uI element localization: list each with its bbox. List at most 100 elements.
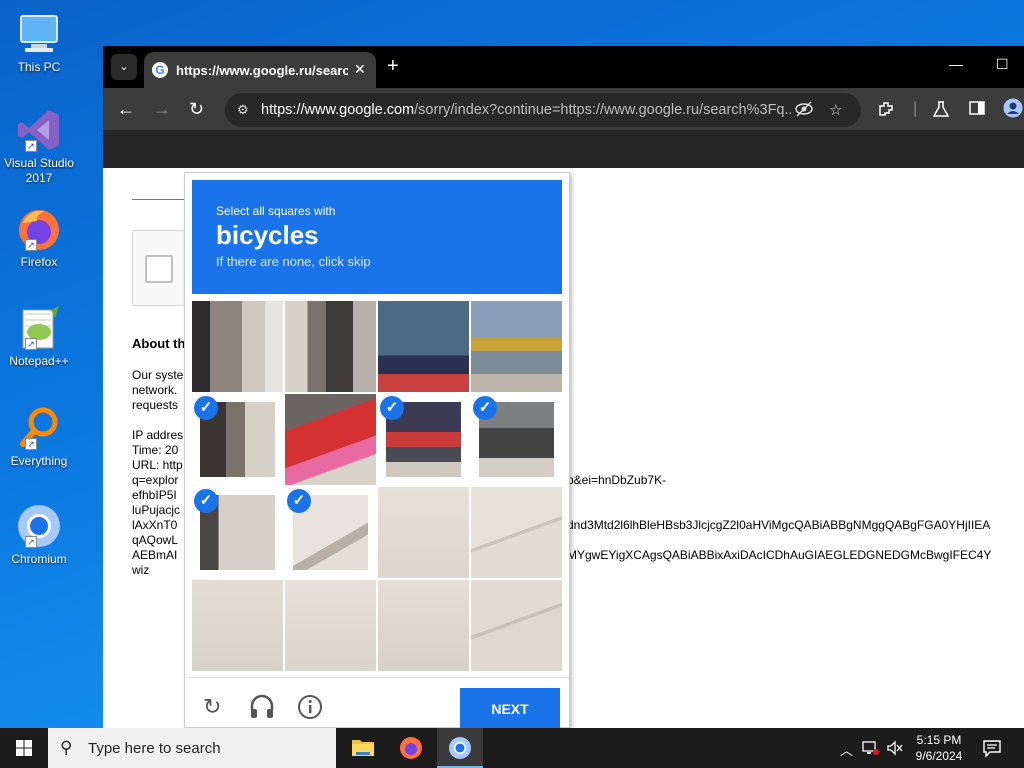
volume-muted-icon[interactable] [886,740,904,759]
google-favicon-icon: G [152,62,168,78]
challenge-tile[interactable]: ✓ [378,394,469,485]
challenge-tile[interactable]: ✓ [471,394,562,485]
toolbar-divider: | [913,100,918,117]
profile-avatar-icon[interactable] [1003,98,1023,123]
taskbar-chromium[interactable] [437,728,483,768]
address-bar-url[interactable]: https://www.google.com/sorry/index?conti… [261,102,791,118]
desktop-icon-label: Firefox [20,255,58,269]
shortcut-arrow-icon: ↗ [25,536,37,548]
audio-challenge-icon[interactable] [249,694,275,724]
ip-address-label: IP addres [132,428,184,442]
shortcut-arrow-icon: ↗ [25,239,37,251]
new-tab-button[interactable]: + [387,55,399,77]
labs-flask-icon[interactable] [932,100,950,123]
monitor-icon [15,10,63,58]
challenge-tile[interactable] [378,301,469,392]
site-info-icon[interactable]: ⚙ [237,102,249,118]
challenge-tile[interactable]: ✓ [285,487,376,578]
notepad-plus-plus-icon: ↗ [15,304,63,352]
extensions-icon[interactable] [877,100,895,123]
url-label: URL: http [132,458,183,472]
tile-image [285,394,376,485]
challenge-grid: ✓ ✓ ✓ ✓ ✓ [192,301,562,671]
desktop-icon-everything[interactable]: ↗ Everything [4,404,74,469]
reload-icon[interactable]: ↻ [189,100,204,118]
tile-image [285,301,376,392]
tile-image [471,487,562,578]
tile-image [285,580,376,671]
explanation-line: Our syste [132,368,184,382]
everything-search-icon: ↗ [15,404,63,452]
shortcut-arrow-icon: ↗ [25,338,37,350]
chromium-icon: ↗ [15,502,63,550]
challenge-tile[interactable] [285,394,376,485]
challenge-instruction: Select all squares with [216,204,336,218]
desktop-icon-firefox[interactable]: ↗ Firefox [4,205,74,270]
challenge-hint: If there are none, click skip [216,254,371,269]
taskbar-firefox[interactable] [388,728,434,768]
challenge-tile[interactable]: ✓ [192,394,283,485]
tile-image [471,301,562,392]
desktop-icon-this-pc[interactable]: This PC [4,10,74,75]
taskbar-search-box[interactable]: ⚲ Type here to search [48,728,336,768]
clock-date: 9/6/2024 [915,749,963,763]
url-line: q=explor [132,473,179,487]
recaptcha-checkbox[interactable] [145,255,173,283]
challenge-target: bicycles [216,220,319,250]
desktop-icon-visual-studio[interactable]: ↗ Visual Studio 2017 [4,106,74,186]
info-icon[interactable] [297,694,323,724]
visual-studio-icon: ↗ [15,106,63,154]
tile-image [192,580,283,671]
forward-arrow-icon[interactable]: → [153,100,171,118]
desktop-icon-notepad-plus-plus[interactable]: ↗ Notepad++ [4,304,74,369]
challenge-tile[interactable]: ✓ [192,487,283,578]
reload-challenge-icon[interactable]: ↻ [203,696,221,718]
show-hidden-icons-chevron-icon[interactable]: ︿ [840,740,853,759]
challenge-tile[interactable] [471,301,562,392]
desktop-icon-chromium[interactable]: ↗ Chromium [4,502,74,567]
maximize-button[interactable]: ☐ [996,56,1009,73]
selected-check-icon: ✓ [473,396,497,420]
tracking-protection-eye-icon[interactable] [795,101,813,121]
url-line: lAxXnT0 [132,518,178,532]
tab-title: https://www.google.ru/search [176,63,348,78]
windows-logo-icon [16,740,32,756]
clock-time: 5:15 PM [916,733,962,747]
system-clock[interactable]: 5:15 PM 9/6/2024 [906,732,972,764]
taskbar-file-explorer[interactable] [340,728,386,768]
network-icon[interactable] [862,740,880,759]
bookmark-star-icon[interactable]: ☆ [829,101,842,119]
about-heading: About th [132,336,186,351]
url-tail: MYgwEYigXCAgsQABiABBixAxiDAcICDhAuGIAEGL… [567,548,992,562]
tab-close-icon[interactable]: ✕ [354,61,366,78]
firefox-icon [400,737,422,759]
challenge-tile[interactable] [471,580,562,671]
time-label: Time: 20 [132,443,179,457]
challenge-tile[interactable] [378,487,469,578]
challenge-tile[interactable] [192,301,283,392]
minimize-button[interactable]: — [949,56,963,72]
tab-search-button[interactable]: ⌄ [111,54,137,80]
side-panel-icon[interactable] [969,100,985,121]
back-arrow-icon[interactable]: ← [117,100,135,118]
notifications-icon[interactable] [982,738,1002,761]
selected-check-icon: ✓ [287,489,311,513]
start-button[interactable] [0,728,48,768]
url-tail: p&ei=hnDbZub7K- [567,473,667,487]
desktop-icon-label: Notepad++ [9,354,69,368]
tile-image [471,580,562,671]
challenge-tile[interactable] [285,301,376,392]
selected-check-icon: ✓ [194,489,218,513]
tab-google-search[interactable]: G https://www.google.ru/search ✕ [144,52,376,88]
challenge-tile[interactable] [192,580,283,671]
shortcut-arrow-icon: ↗ [25,438,37,450]
challenge-tile[interactable] [378,580,469,671]
challenge-tile[interactable] [471,487,562,578]
shortcut-arrow-icon: ↗ [25,140,37,152]
explanation-line: network. [132,383,178,397]
next-button[interactable]: NEXT [460,688,560,730]
desktop-icon-label: Everything [10,454,68,468]
address-bar[interactable]: ⚙ https://www.google.com/sorry/index?con… [225,93,861,127]
challenge-header: Select all squares with bicycles If ther… [192,180,562,294]
challenge-tile[interactable] [285,580,376,671]
